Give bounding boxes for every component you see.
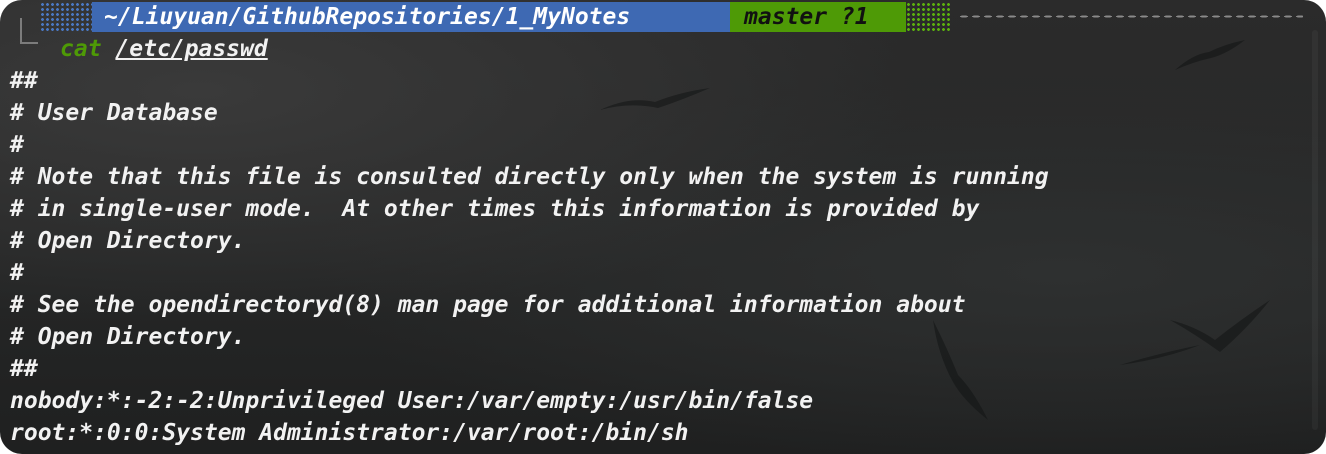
prompt-dither-left [40,2,92,32]
output-line: # in single-user mode. At other times th… [10,196,980,222]
output-line: # Open Directory. [10,324,246,350]
output-line: # [10,260,24,286]
output-line: # Note that this file is consulted direc… [10,164,1049,190]
output-line: root:*:0:0:System Administrator:/var/roo… [10,420,689,446]
output-line: ## [10,68,38,94]
output-line: # [10,132,24,158]
command-line[interactable]: cat /etc/passwd [60,33,268,65]
output-line: ## [10,356,38,382]
output-line: # Open Directory. [10,228,246,254]
terminal-scrollbar[interactable] [1312,30,1318,430]
prompt-dotted-trail [958,15,1303,18]
prompt-bar: ~/Liuyuan/GithubRepositories/1_MyNotes m… [0,0,1326,34]
command-output: ## # User Database # # Note that this fi… [10,65,1049,449]
command-argument-link[interactable]: /etc/passwd [115,36,267,62]
output-line: nobody:*:-2:-2:Unprivileged User:/var/em… [10,388,814,414]
prompt-git-status: master ?1 [730,2,906,32]
background-bird-icon [1120,345,1200,365]
prompt-path-last: 1_MyNotes [505,4,631,30]
output-line: # User Database [10,100,218,126]
prompt-path-segment: ~/Liuyuan/GithubRepositories/1_MyNotes [92,2,730,32]
prompt-corner-glyph [20,18,38,44]
background-bird-icon [1175,40,1245,70]
prompt-path-prefix: ~/Liuyuan/GithubRepositories/ [104,4,506,30]
command-name: cat [60,36,102,62]
terminal-window[interactable]: ~/Liuyuan/GithubRepositories/1_MyNotes m… [0,0,1326,454]
output-line: # See the opendirectoryd(8) man page for… [10,292,966,318]
prompt-dither-right [906,2,952,32]
